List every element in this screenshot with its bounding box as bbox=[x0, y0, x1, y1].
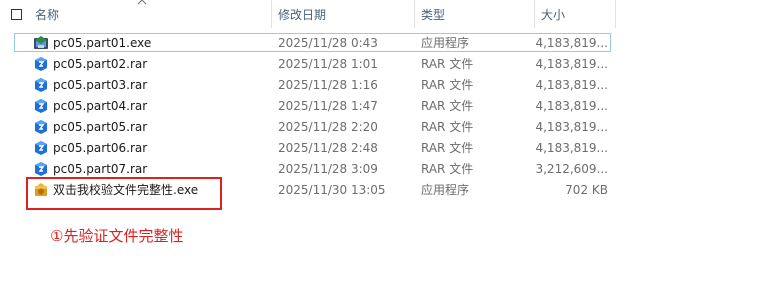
file-row[interactable]: pc05.part06.rar 2025/11/28 2:48 RAR 文件 4… bbox=[0, 138, 779, 159]
column-divider[interactable] bbox=[534, 0, 535, 28]
sort-ascending-icon bbox=[137, 0, 147, 5]
installer-exe-icon bbox=[34, 36, 48, 49]
rar-archive-icon bbox=[35, 141, 47, 155]
file-name: pc05.part07.rar bbox=[53, 162, 148, 176]
file-date: 2025/11/30 13:05 bbox=[278, 183, 386, 197]
file-row[interactable]: pc05.part02.rar 2025/11/28 1:01 RAR 文件 4… bbox=[0, 54, 779, 75]
column-header-type[interactable]: 类型 bbox=[421, 6, 445, 23]
file-date: 2025/11/28 1:47 bbox=[278, 99, 378, 113]
file-date: 2025/11/28 2:48 bbox=[278, 141, 378, 155]
file-row[interactable]: pc05.part04.rar 2025/11/28 1:47 RAR 文件 4… bbox=[0, 96, 779, 117]
file-size: 702 KB bbox=[565, 183, 608, 197]
file-name: pc05.part02.rar bbox=[53, 57, 148, 71]
file-type: RAR 文件 bbox=[421, 141, 474, 155]
file-name: pc05.part05.rar bbox=[53, 120, 148, 134]
annotation-text: ①先验证文件完整性 bbox=[50, 227, 184, 245]
column-header-size[interactable]: 大小 bbox=[541, 6, 565, 23]
rar-archive-icon bbox=[35, 162, 47, 176]
file-name: pc05.part04.rar bbox=[53, 99, 148, 113]
highlight-box bbox=[26, 177, 222, 210]
file-date: 2025/11/28 1:16 bbox=[278, 78, 378, 92]
file-type: RAR 文件 bbox=[421, 78, 474, 92]
file-name: pc05.part03.rar bbox=[53, 78, 148, 92]
file-row[interactable]: pc05.part03.rar 2025/11/28 1:16 RAR 文件 4… bbox=[0, 75, 779, 96]
column-divider[interactable] bbox=[615, 0, 616, 28]
file-name: pc05.part06.rar bbox=[53, 141, 148, 155]
file-type: RAR 文件 bbox=[421, 120, 474, 134]
rar-archive-icon bbox=[35, 57, 47, 71]
column-header-date[interactable]: 修改日期 bbox=[278, 6, 326, 23]
file-size: 4,183,819... bbox=[535, 141, 608, 155]
file-size: 4,183,819... bbox=[535, 120, 608, 134]
file-date: 2025/11/28 2:20 bbox=[278, 120, 378, 134]
file-type: 应用程序 bbox=[421, 36, 470, 50]
rar-archive-icon bbox=[35, 99, 47, 113]
file-row[interactable]: pc05.part01.exe 2025/11/28 0:43 应用程序 4,1… bbox=[0, 33, 779, 54]
file-explorer-window: 名称 修改日期 类型 大小 pc05.part01.exe 2025/11/28… bbox=[0, 0, 779, 285]
file-date: 2025/11/28 3:09 bbox=[278, 162, 378, 176]
file-row[interactable]: pc05.part05.rar 2025/11/28 2:20 RAR 文件 4… bbox=[0, 117, 779, 138]
file-list: pc05.part01.exe 2025/11/28 0:43 应用程序 4,1… bbox=[0, 33, 779, 201]
column-divider[interactable] bbox=[414, 0, 415, 28]
file-name: pc05.part01.exe bbox=[53, 36, 152, 50]
select-all-checkbox[interactable] bbox=[11, 9, 22, 20]
file-date: 2025/11/28 0:43 bbox=[278, 36, 378, 50]
file-size: 4,183,819... bbox=[535, 57, 608, 71]
file-size: 4,183,819... bbox=[535, 36, 608, 50]
rar-archive-icon bbox=[35, 120, 47, 134]
file-type: RAR 文件 bbox=[421, 57, 474, 71]
file-date: 2025/11/28 1:01 bbox=[278, 57, 378, 71]
file-type: RAR 文件 bbox=[421, 162, 474, 176]
file-size: 3,212,609... bbox=[535, 162, 608, 176]
file-size: 4,183,819... bbox=[535, 99, 608, 113]
file-size: 4,183,819... bbox=[535, 78, 608, 92]
file-type: RAR 文件 bbox=[421, 99, 474, 113]
column-header-bar: 名称 修改日期 类型 大小 bbox=[0, 0, 779, 30]
column-header-name[interactable]: 名称 bbox=[35, 6, 59, 23]
column-divider[interactable] bbox=[271, 0, 272, 28]
rar-archive-icon bbox=[35, 78, 47, 92]
file-type: 应用程序 bbox=[421, 183, 470, 197]
